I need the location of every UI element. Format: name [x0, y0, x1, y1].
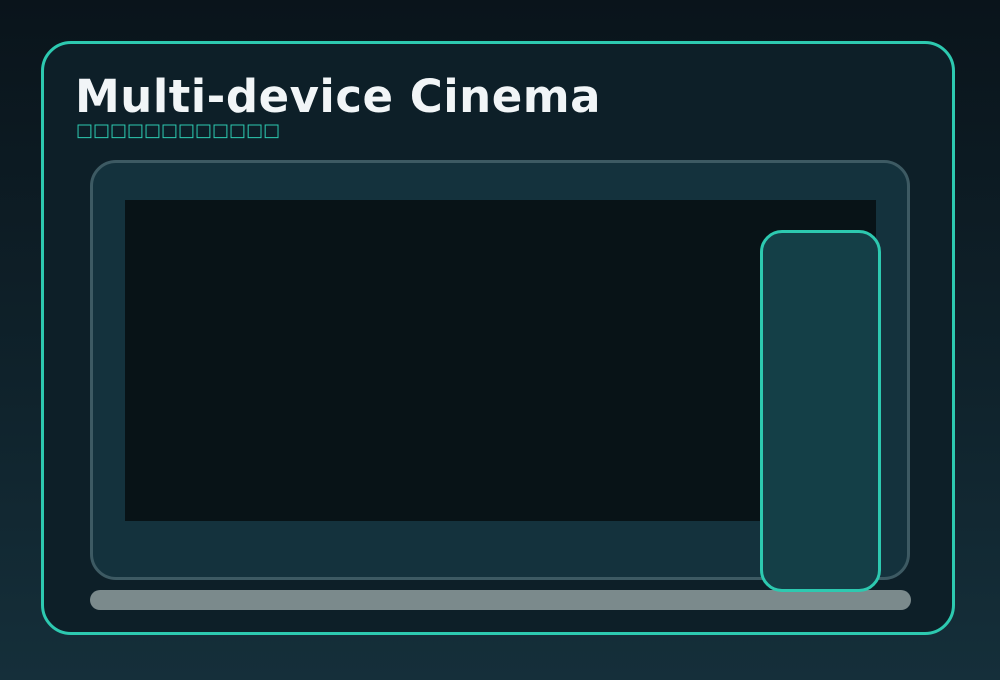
smartphone-device: [760, 230, 881, 592]
monitor-stand-bar: [90, 590, 911, 610]
page-title: Multi-device Cinema: [75, 70, 601, 123]
page-subtitle: □□□□□□□□□□□□: [76, 120, 281, 141]
